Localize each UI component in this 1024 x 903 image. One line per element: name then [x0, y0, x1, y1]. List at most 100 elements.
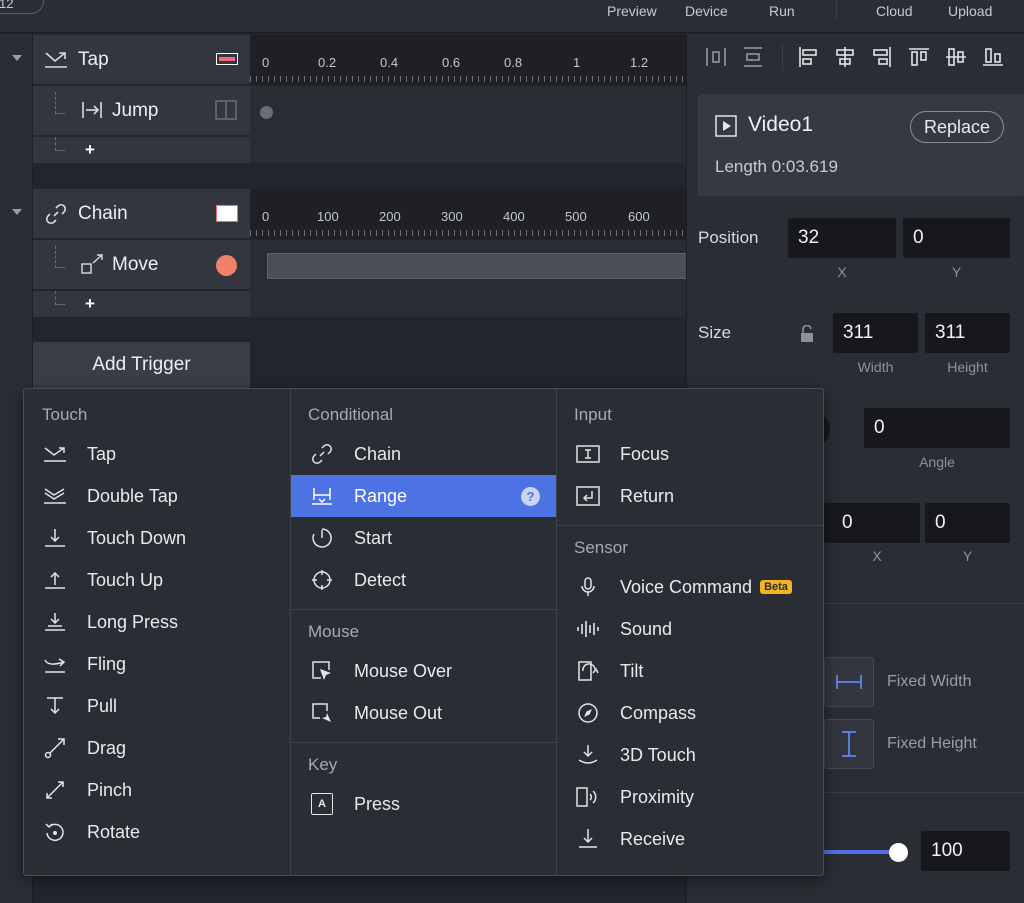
menu-item-press[interactable]: A Press [291, 783, 556, 825]
trigger-row-chain[interactable]: Chain [33, 189, 250, 239]
menu-item-touch-down[interactable]: Touch Down [24, 517, 290, 559]
section-title-conditional: Conditional [308, 405, 394, 424]
key-glyph: A [311, 793, 333, 815]
fling-icon [42, 651, 68, 677]
menu-item-return[interactable]: Return [557, 475, 823, 517]
timeline-track-move[interactable] [250, 240, 686, 317]
menu-item-receive[interactable]: Receive [557, 818, 823, 860]
response-row-jump[interactable]: Jump [33, 86, 250, 136]
align-bottom-icon[interactable] [982, 46, 1004, 68]
menu-item-label: Start [354, 527, 393, 548]
device-button[interactable]: Device [685, 3, 728, 19]
beta-badge: Beta [760, 580, 792, 594]
menu-item-pinch[interactable]: Pinch [24, 769, 290, 811]
menu-item-rotate[interactable]: Rotate [24, 811, 290, 853]
anchor-x-input[interactable]: 0 [824, 503, 920, 543]
trigger-row-tap[interactable]: Tap [33, 35, 250, 85]
lock-open-icon[interactable] [800, 325, 814, 343]
align-center-vertical-icon[interactable] [945, 46, 967, 68]
preview-button[interactable]: Preview [607, 3, 657, 19]
timeline-ruler-distance[interactable]: 0 100 200 300 400 500 600 [250, 189, 686, 239]
size-height-input[interactable]: 311 [925, 313, 1010, 353]
zoom-pill[interactable]: 12 [0, 0, 44, 14]
menu-item-range-selected[interactable]: Range ? [291, 475, 556, 517]
tree-connector [55, 137, 65, 151]
rotation-angle-input[interactable]: 0 [864, 408, 1010, 448]
help-question-icon[interactable]: ? [521, 486, 540, 506]
menu-item-label: Rotate [87, 821, 141, 842]
collapse-tap-caret-icon[interactable] [12, 55, 22, 61]
menu-item-label: Proximity [620, 786, 695, 807]
menu-item-detect[interactable]: Detect [291, 559, 556, 601]
collapse-chain-caret-icon[interactable] [12, 209, 22, 215]
menu-item-pull[interactable]: Pull [24, 685, 290, 727]
fixed-width-toggle[interactable] [824, 657, 874, 707]
menu-item-label: Receive [620, 828, 686, 849]
menu-item-label: Compass [620, 702, 697, 723]
response-color-dot[interactable] [216, 255, 237, 276]
menu-item-touch-up[interactable]: Touch Up [24, 559, 290, 601]
ruler-tick: 0.4 [380, 55, 399, 70]
align-center-horizontal-icon[interactable] [834, 46, 856, 68]
menu-item-drag[interactable]: Drag [24, 727, 290, 769]
focus-cursor-icon [575, 441, 601, 467]
timeline-track-jump[interactable] [250, 86, 686, 163]
tap-icon [42, 441, 68, 467]
align-right-icon[interactable] [871, 46, 893, 68]
run-button[interactable]: Run [769, 3, 795, 19]
section-title-touch: Touch [42, 405, 88, 424]
menu-item-fling[interactable]: Fling [24, 643, 290, 685]
menu-item-mouse-out[interactable]: Mouse Out [291, 692, 556, 734]
upload-button[interactable]: Upload [948, 3, 992, 19]
menu-item-3d-touch[interactable]: 3D Touch [557, 734, 823, 776]
jump-icon [81, 100, 103, 120]
position-y-input[interactable]: 0 [903, 218, 1010, 258]
ruler-tick: 0 [262, 209, 270, 224]
ruler-tick: 200 [379, 209, 401, 224]
size-width-input[interactable]: 311 [833, 313, 918, 353]
add-response-row[interactable]: + [33, 137, 250, 163]
position-x-input[interactable]: 32 [788, 218, 896, 258]
align-left-icon[interactable] [797, 46, 819, 68]
split-view-icon[interactable] [215, 100, 237, 120]
add-response-button[interactable]: + [85, 140, 95, 160]
menu-item-start[interactable]: Start [291, 517, 556, 559]
fixed-height-toggle[interactable] [824, 719, 874, 769]
chain-link-icon [309, 441, 335, 467]
keyframe-dot[interactable] [260, 106, 273, 119]
menu-item-tilt[interactable]: Tilt [557, 650, 823, 692]
distribute-vertical-icon[interactable] [742, 46, 764, 68]
menu-item-label: Pinch [87, 779, 133, 800]
replace-button[interactable]: Replace [910, 111, 1004, 143]
move-duration-bar[interactable] [267, 253, 686, 279]
menu-item-focus[interactable]: Focus [557, 433, 823, 475]
menu-item-tap[interactable]: Tap [24, 433, 290, 475]
menu-item-label: Touch Up [87, 569, 164, 590]
section-divider [291, 609, 556, 610]
menu-item-double-tap[interactable]: Double Tap [24, 475, 290, 517]
menu-item-long-press[interactable]: Long Press [24, 601, 290, 643]
add-trigger-button[interactable]: Add Trigger [33, 342, 250, 388]
position-label: Position [698, 228, 759, 247]
menu-item-voice-command[interactable]: Voice Command Beta [557, 566, 823, 608]
menu-item-label: Fling [87, 653, 127, 674]
trigger-color-swatch[interactable] [216, 205, 238, 222]
menu-item-sound[interactable]: Sound [557, 608, 823, 650]
opacity-slider-handle[interactable] [889, 843, 908, 862]
timeline-ruler-seconds[interactable]: 0 0.2 0.4 0.6 0.8 1 1.2 [250, 35, 686, 85]
cloud-button[interactable]: Cloud [876, 3, 913, 19]
anchor-y-input[interactable]: 0 [925, 503, 1010, 543]
align-top-icon[interactable] [908, 46, 930, 68]
menu-item-mouse-over[interactable]: Mouse Over [291, 650, 556, 692]
add-response-button[interactable]: + [85, 294, 95, 314]
opacity-input[interactable]: 100 [921, 831, 1010, 871]
trigger-color-swatch[interactable] [216, 53, 238, 65]
menu-item-proximity[interactable]: Proximity [557, 776, 823, 818]
menu-item-compass[interactable]: Compass [557, 692, 823, 734]
add-response-row[interactable]: + [33, 291, 250, 317]
section-divider [557, 525, 823, 526]
response-row-move[interactable]: Move [33, 240, 250, 290]
distribute-horizontal-icon[interactable] [705, 46, 727, 68]
touch-up-icon [42, 567, 68, 593]
menu-item-chain[interactable]: Chain [291, 433, 556, 475]
